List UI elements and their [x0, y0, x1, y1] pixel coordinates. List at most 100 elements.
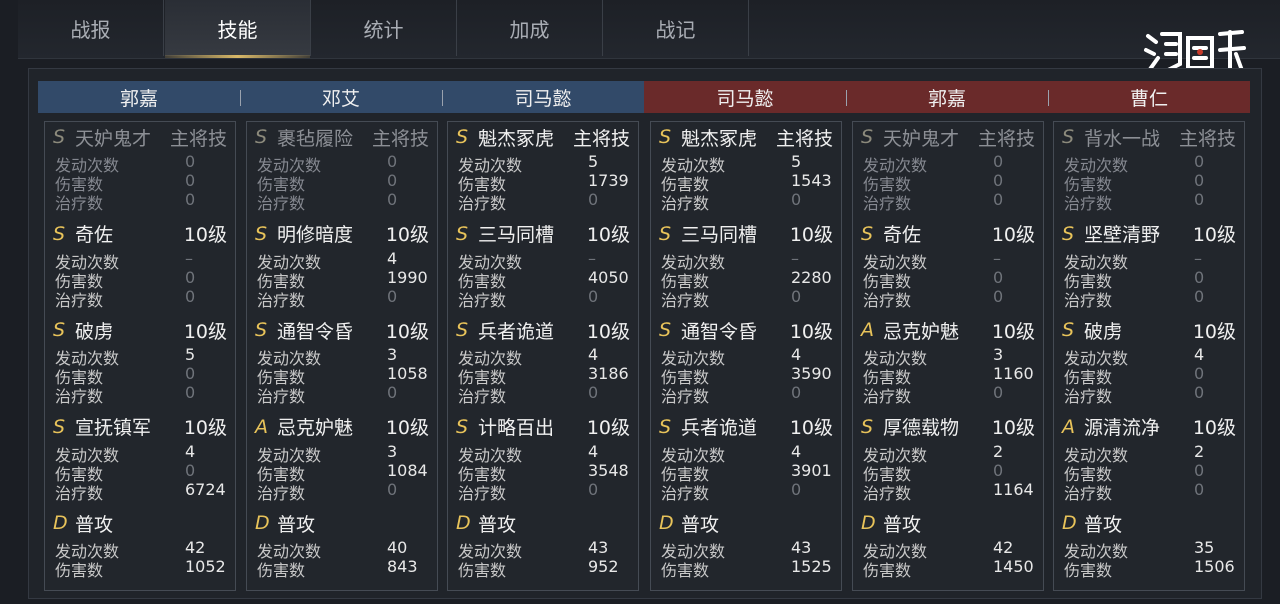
skill-block[interactable]: S 破虏 10级 发动次数 4 伤害数 0 治疗数 0 — [1054, 315, 1244, 411]
stat-value: 0 — [1194, 267, 1205, 287]
stat-value: 42 — [185, 538, 206, 557]
stat-row: 治疗数 0 — [661, 287, 833, 310]
stat-row: 治疗数 0 — [458, 287, 630, 310]
skill-block[interactable]: S 通智令昏 10级 发动次数 4 伤害数 3590 治疗数 0 — [651, 315, 841, 411]
skill-name: 源清流净 — [1084, 417, 1161, 439]
stat-value: 0 — [993, 267, 1004, 287]
skill-block[interactable]: S 三马同槽 10级 发动次数 – 伤害数 2280 治疗数 0 — [651, 219, 841, 315]
stat-row: 发动次数 0 — [257, 152, 429, 175]
stat-value: 0 — [185, 190, 196, 209]
stat-value: 0 — [387, 479, 398, 499]
skill-title: S 魁杰冢虎 主将技 — [456, 124, 630, 150]
stat-value: – — [185, 248, 193, 268]
stat-value: 3901 — [791, 460, 832, 480]
skill-block[interactable]: D 普攻 发动次数 43 伤害数 1525 — [651, 508, 841, 604]
skill-title: S 通智令昏 10级 — [255, 317, 429, 343]
skill-grade: D — [255, 512, 270, 534]
skill-block[interactable]: S 魁杰冢虎 主将技 发动次数 5 伤害数 1739 治疗数 0 — [448, 122, 638, 218]
skill-level: 主将技 — [775, 127, 833, 150]
skill-name: 魁杰冢虎 — [681, 127, 758, 150]
tab-battle-record[interactable]: 战记 — [603, 0, 749, 56]
stat-row: 伤害数 0 — [863, 461, 1035, 484]
stat-row: 伤害数 3548 — [458, 460, 630, 484]
stat-label: 治疗数 — [257, 387, 306, 406]
tab-battle-report[interactable]: 战报 — [18, 0, 164, 56]
skill-block[interactable]: S 通智令昏 10级 发动次数 3 伤害数 1058 治疗数 0 — [247, 315, 437, 411]
hero-name: 郭嘉 — [119, 87, 158, 110]
skill-block[interactable]: S 破虏 10级 发动次数 5 伤害数 0 治疗数 0 — [45, 315, 235, 411]
stat-label: 治疗数 — [863, 290, 912, 310]
stat-value: 0 — [993, 190, 1004, 209]
skill-block[interactable]: A 忌克妒魅 10级 发动次数 3 伤害数 1084 治疗数 0 — [247, 412, 437, 508]
skill-block[interactable]: S 明修暗度 10级 发动次数 4 伤害数 1990 治疗数 0 — [247, 219, 437, 315]
skill-name: 天妒鬼才 — [883, 127, 960, 150]
stat-value: 1450 — [993, 557, 1034, 576]
stat-label: 治疗数 — [661, 483, 710, 503]
hero-skill-column: S 魁杰冢虎 主将技 发动次数 5 伤害数 1739 治疗数 0 S 三马同槽 10级 发动次数 – 伤害数… — [447, 121, 639, 591]
stat-value: 1525 — [791, 557, 832, 576]
skill-level: 10级 — [385, 224, 429, 246]
stat-label: 治疗数 — [1064, 290, 1113, 310]
stat-row: 伤害数 0 — [1064, 461, 1236, 484]
stat-value: 3548 — [588, 460, 629, 480]
stat-value: 0 — [993, 383, 1004, 402]
skill-block[interactable]: S 计略百出 10级 发动次数 4 伤害数 3548 治疗数 0 — [448, 412, 638, 508]
skill-name: 普攻 — [75, 513, 114, 536]
stat-value: 1084 — [387, 460, 428, 480]
skill-title: D 普攻 — [53, 510, 227, 536]
skill-block[interactable]: A 源清流净 10级 发动次数 2 伤害数 0 治疗数 0 — [1054, 412, 1244, 508]
stat-row: 发动次数 40 — [257, 538, 429, 561]
skill-title: A 忌克妒魅 10级 — [861, 317, 1035, 343]
skill-level: 10级 — [1192, 224, 1236, 246]
skill-grade: D — [53, 512, 68, 534]
stat-label: 治疗数 — [257, 194, 306, 213]
hero-skill-column: S 裹毡履险 主将技 发动次数 0 伤害数 0 治疗数 0 S 明修暗度 10级 发动次数 4 伤害数 199… — [246, 121, 438, 591]
skill-block[interactable]: S 奇佐 10级 发动次数 – 伤害数 0 治疗数 0 — [45, 219, 235, 315]
skill-name: 奇佐 — [883, 224, 922, 246]
skill-block[interactable]: S 宣抚镇军 10级 发动次数 4 伤害数 0 治疗数 6724 — [45, 412, 235, 508]
stat-row: 发动次数 – — [661, 249, 833, 272]
skill-grade: S — [53, 319, 66, 341]
skill-title: S 奇佐 10级 — [53, 221, 227, 247]
skill-block[interactable]: S 魁杰冢虎 主将技 发动次数 5 伤害数 1543 治疗数 0 — [651, 122, 841, 218]
stat-value: 1506 — [1194, 557, 1235, 576]
skill-level: 10级 — [586, 224, 630, 246]
skill-block[interactable]: D 普攻 发动次数 43 伤害数 952 — [448, 508, 638, 604]
skill-block[interactable]: S 背水一战 主将技 发动次数 0 伤害数 0 治疗数 0 — [1054, 122, 1244, 218]
skill-block[interactable]: S 坚壁清野 10级 发动次数 – 伤害数 0 治疗数 0 — [1054, 219, 1244, 315]
skill-block[interactable]: S 兵者诡道 10级 发动次数 4 伤害数 3901 治疗数 0 — [651, 412, 841, 508]
skill-grade: S — [1062, 126, 1075, 148]
skill-block[interactable]: S 奇佐 10级 发动次数 – 伤害数 0 治疗数 0 — [853, 219, 1043, 315]
skill-block[interactable]: S 三马同槽 10级 发动次数 – 伤害数 4050 治疗数 0 — [448, 219, 638, 315]
skill-block[interactable]: D 普攻 发动次数 40 伤害数 843 — [247, 508, 437, 604]
skill-block[interactable]: A 忌克妒魅 10级 发动次数 3 伤害数 1160 治疗数 0 — [853, 315, 1043, 411]
stat-value: 5 — [185, 345, 196, 364]
stat-value: 0 — [791, 190, 802, 209]
skill-block[interactable]: D 普攻 发动次数 35 伤害数 1506 — [1054, 508, 1244, 604]
skill-block[interactable]: S 厚德载物 10级 发动次数 2 伤害数 0 治疗数 1164 — [853, 412, 1043, 508]
skill-grade: D — [1062, 512, 1077, 534]
skill-title: S 通智令昏 10级 — [659, 317, 833, 343]
tab-statistics[interactable]: 统计 — [311, 0, 457, 56]
stat-value: 4 — [791, 441, 802, 461]
stat-row: 发动次数 43 — [458, 538, 630, 561]
stat-label: 治疗数 — [458, 483, 507, 503]
skill-block[interactable]: S 裹毡履险 主将技 发动次数 0 伤害数 0 治疗数 0 — [247, 122, 437, 218]
skill-block[interactable]: D 普攻 发动次数 42 伤害数 1450 — [853, 508, 1043, 604]
skill-name: 裹毡履险 — [277, 127, 354, 150]
skill-block[interactable]: S 兵者诡道 10级 发动次数 4 伤害数 3186 治疗数 0 — [448, 315, 638, 411]
tab-bonus[interactable]: 加成 — [457, 0, 603, 56]
skill-title: S 明修暗度 10级 — [255, 221, 429, 247]
stat-row: 治疗数 0 — [1064, 480, 1236, 503]
stat-row: 治疗数 0 — [458, 480, 630, 503]
stat-row: 发动次数 2 — [1064, 442, 1236, 465]
stat-value: 3 — [387, 441, 398, 461]
tab-skills[interactable]: 技能 — [165, 0, 311, 58]
skill-block[interactable]: S 天妒鬼才 主将技 发动次数 0 伤害数 0 治疗数 0 — [45, 122, 235, 218]
skill-name: 忌克妒魅 — [883, 320, 960, 343]
skill-block[interactable]: S 天妒鬼才 主将技 发动次数 0 伤害数 0 治疗数 0 — [853, 122, 1043, 218]
skill-title: S 计略百出 10级 — [456, 414, 630, 440]
hero-skill-column: S 背水一战 主将技 发动次数 0 伤害数 0 治疗数 0 S 坚壁清野 10级 发动次数 – 伤害数 0 治疗… — [1053, 121, 1245, 591]
stat-row: 发动次数 5 — [458, 152, 630, 175]
skill-block[interactable]: D 普攻 发动次数 42 伤害数 1052 — [45, 508, 235, 604]
